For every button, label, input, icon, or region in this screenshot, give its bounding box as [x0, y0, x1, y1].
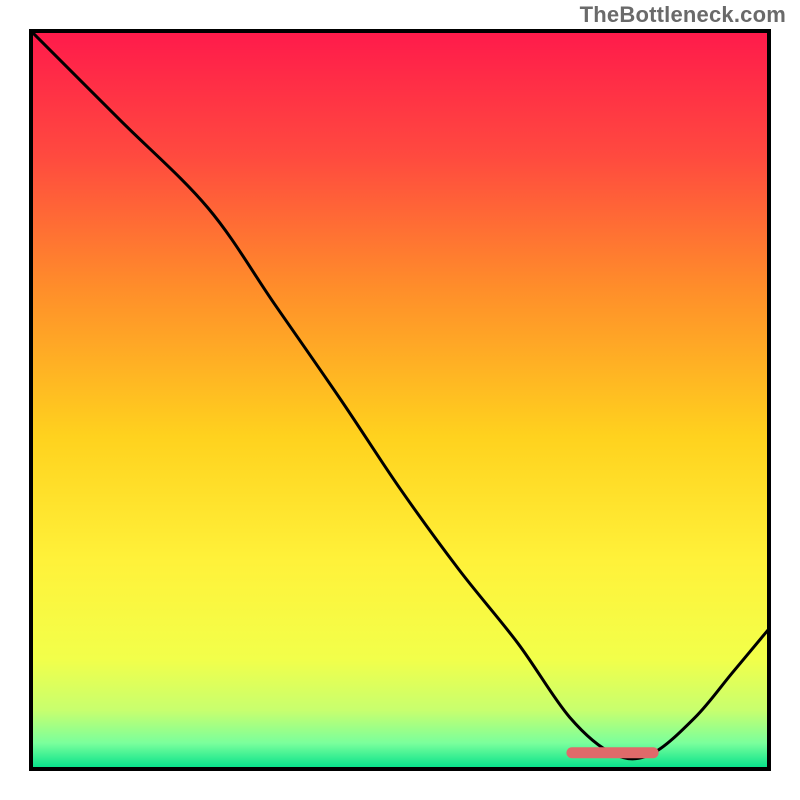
chart-stage: TheBottleneck.com [0, 0, 800, 800]
bottleneck-chart [0, 0, 800, 800]
watermark-text: TheBottleneck.com [580, 2, 786, 28]
